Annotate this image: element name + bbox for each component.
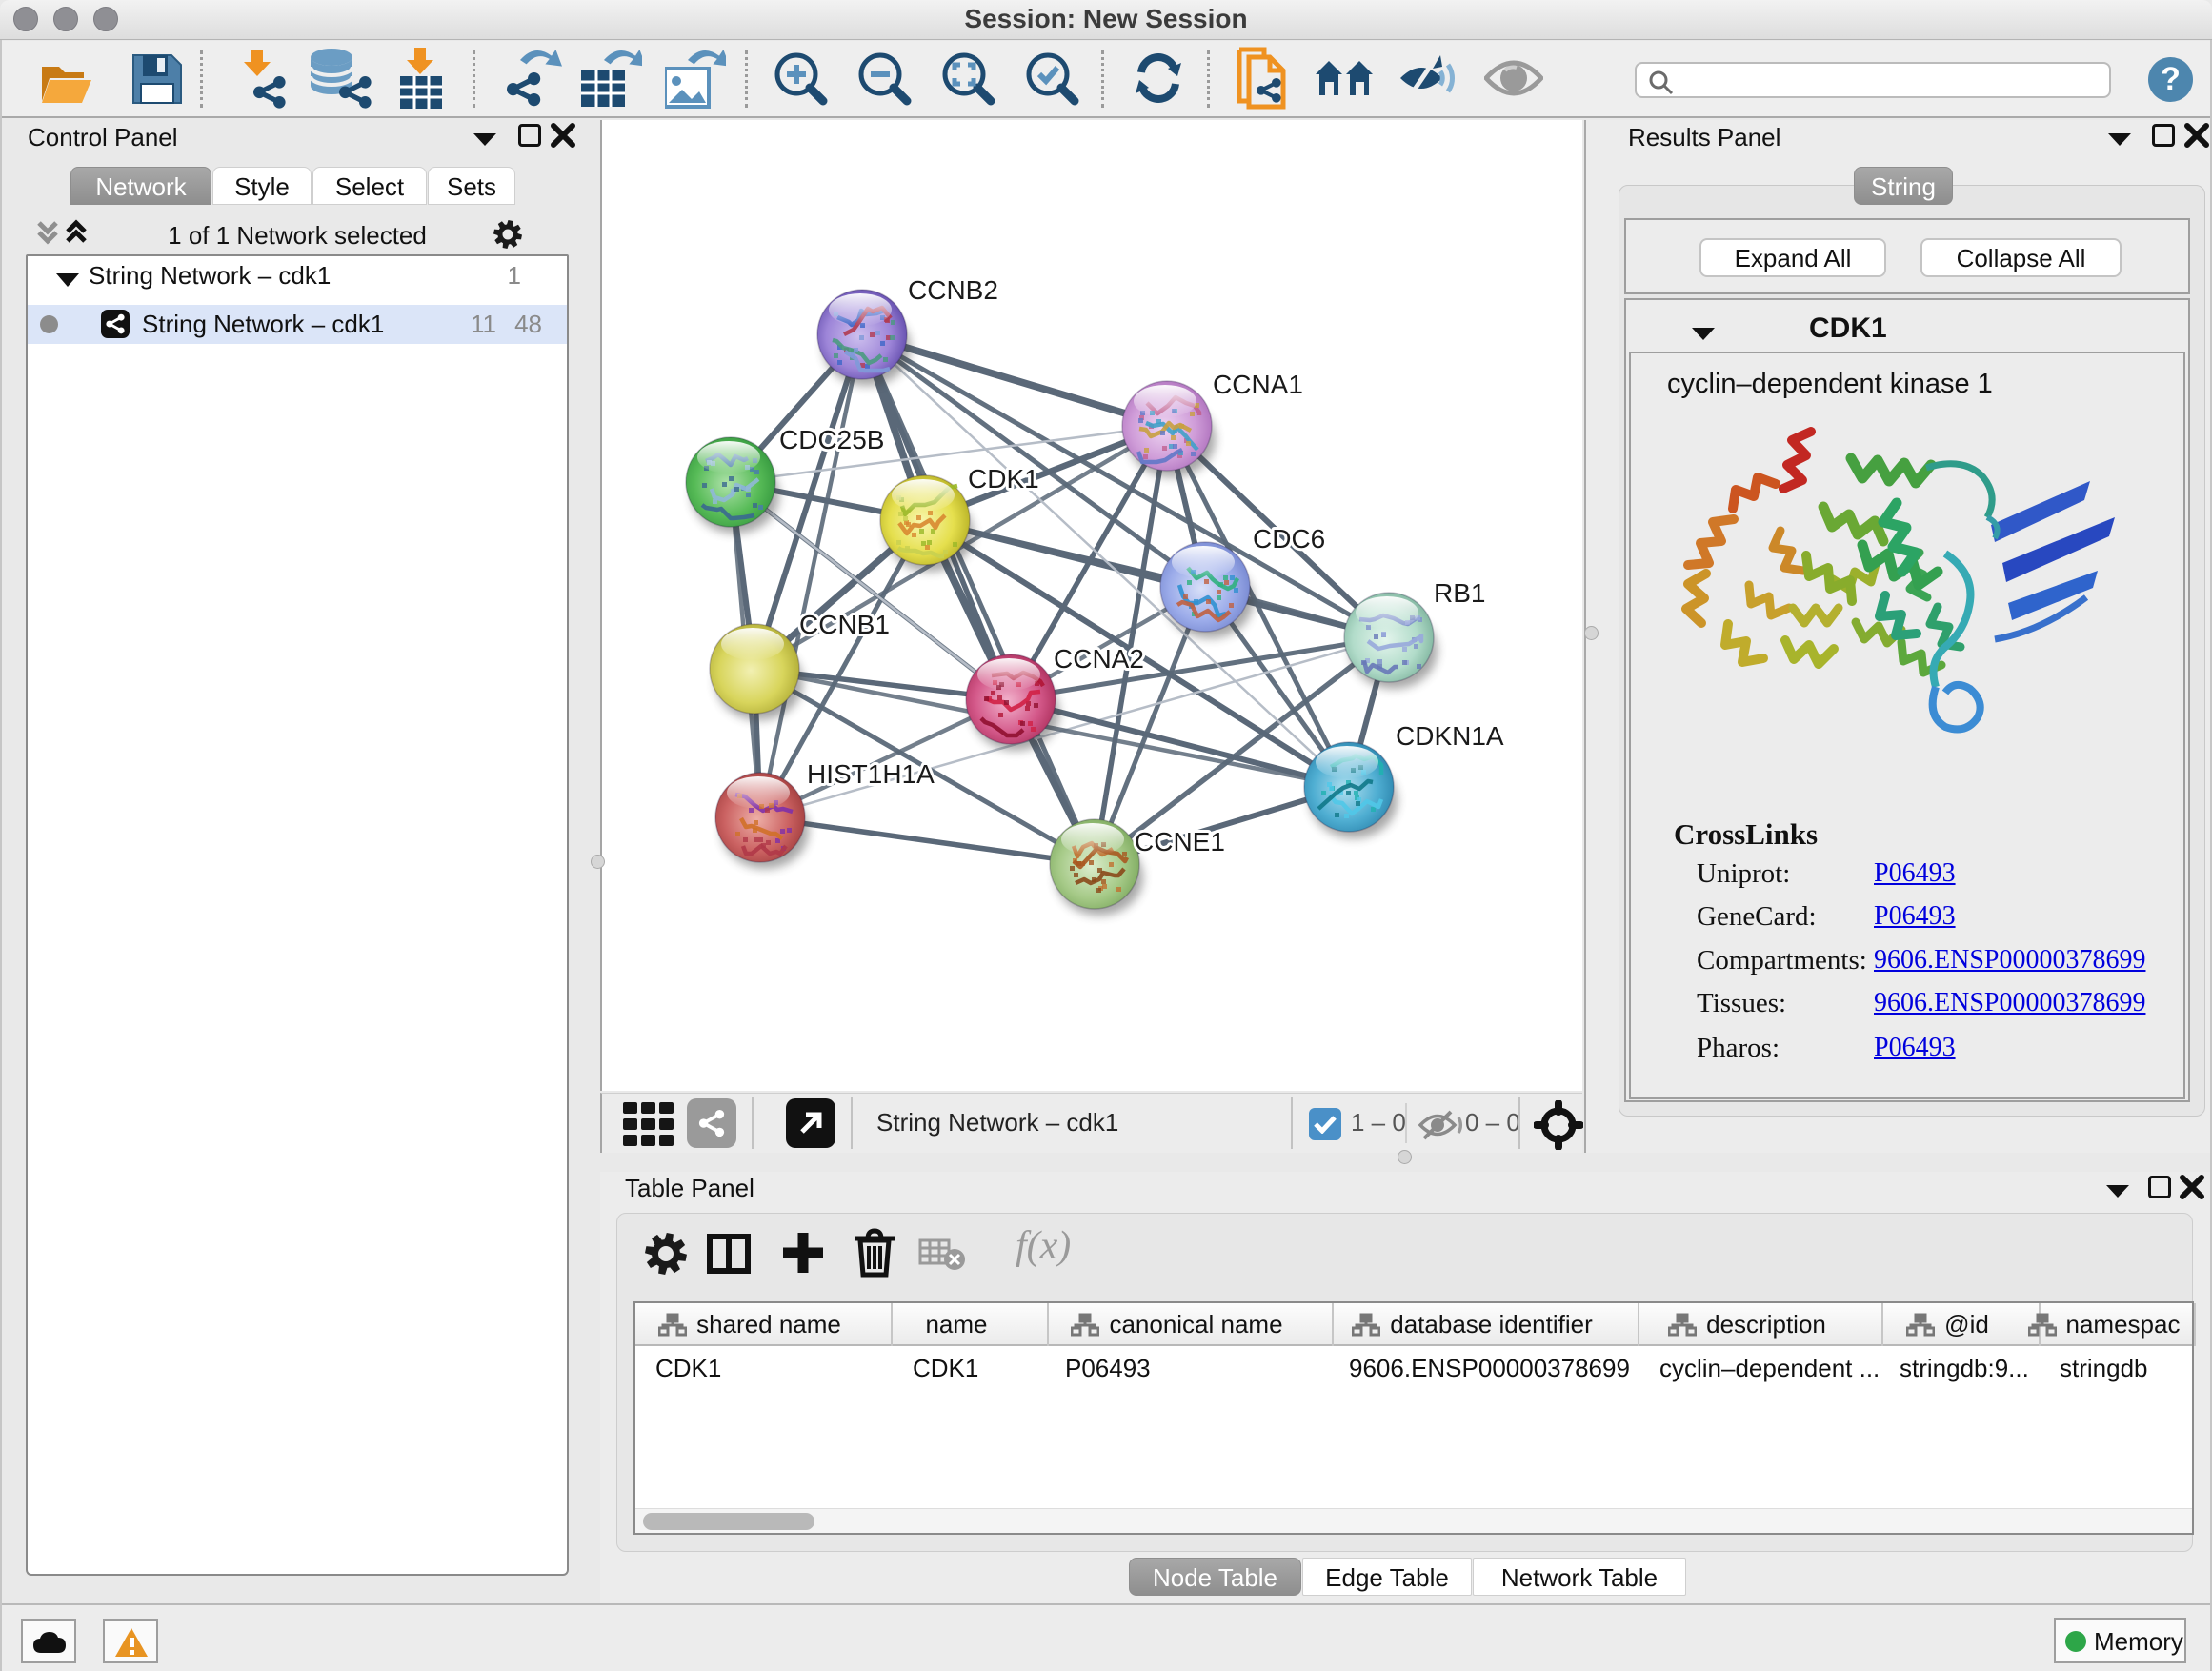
svg-text:HIST1H1A: HIST1H1A [807,759,935,789]
svg-text:CCNB1: CCNB1 [799,610,890,639]
svg-text:RB1: RB1 [1434,578,1485,608]
svg-text:CDK1: CDK1 [968,464,1039,493]
svg-text:CDKN1A: CDKN1A [1396,721,1504,751]
svg-text:CCNA2: CCNA2 [1054,644,1144,674]
svg-text:CDC6: CDC6 [1253,524,1325,554]
svg-text:CCNA1: CCNA1 [1213,370,1303,399]
svg-text:CCNE1: CCNE1 [1135,827,1225,856]
svg-text:CDC25B: CDC25B [779,425,884,454]
svg-text:CCNB2: CCNB2 [908,275,998,305]
